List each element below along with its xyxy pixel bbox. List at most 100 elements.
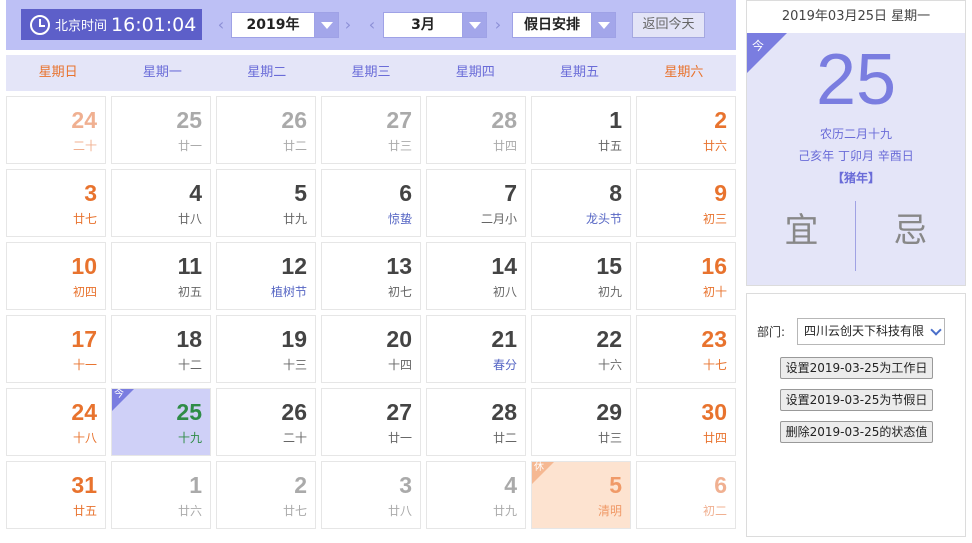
- day-cell[interactable]: 8 龙头节: [531, 169, 631, 237]
- lunar-date: 廿四: [702, 431, 727, 445]
- calendar-toolbar: 北京时间 16:01:04 ‹ 2019年 › ‹ 3月 › 假日安排 返回今天: [6, 0, 736, 50]
- chevron-left-icon: ‹: [217, 15, 225, 34]
- day-cell[interactable]: 21 春分: [426, 315, 526, 383]
- day-number: 3: [399, 472, 412, 498]
- day-number: 2: [714, 107, 727, 133]
- next-year-button[interactable]: ›: [341, 14, 355, 36]
- weekday-thu: 星期四: [455, 65, 495, 80]
- day-number: 6: [714, 472, 727, 498]
- day-cell[interactable]: 29 廿三: [531, 388, 631, 456]
- day-cell[interactable]: 1 廿五: [531, 96, 631, 164]
- lunar-date: 初五: [177, 285, 202, 299]
- solar-term-label: 龙头节: [585, 212, 622, 226]
- day-cell[interactable]: 27 廿一: [321, 388, 421, 456]
- chevron-down-icon[interactable]: [314, 13, 338, 37]
- today-tag: 今: [114, 389, 124, 400]
- lunar-date: 二月小: [480, 212, 517, 226]
- day-cell[interactable]: 4 廿八: [111, 169, 211, 237]
- day-cell-today[interactable]: 今 25 十九: [111, 388, 211, 456]
- day-cell[interactable]: 24 十八: [6, 388, 106, 456]
- lunar-date: 廿二: [492, 431, 517, 445]
- day-cell[interactable]: 13 初七: [321, 242, 421, 310]
- day-cell[interactable]: 28 廿二: [426, 388, 526, 456]
- day-cell[interactable]: 10 初四: [6, 242, 106, 310]
- day-cell[interactable]: 26 二十: [216, 388, 316, 456]
- day-number: 1: [189, 472, 202, 498]
- day-cell[interactable]: 22 十六: [531, 315, 631, 383]
- day-cell[interactable]: 6 初二: [636, 461, 736, 529]
- day-cell[interactable]: 17 十一: [6, 315, 106, 383]
- day-cell[interactable]: 4 廿九: [426, 461, 526, 529]
- delete-status-button[interactable]: 删除2019-03-25的状态值: [780, 421, 933, 443]
- next-month-button[interactable]: ›: [491, 14, 505, 36]
- day-cell[interactable]: 12 植树节: [216, 242, 316, 310]
- day-cell[interactable]: 7 二月小: [426, 169, 526, 237]
- day-number: 24: [71, 399, 97, 425]
- day-info-panel: 2019年03月25日 星期一 今 25 农历二月十九 己亥年 丁卯月 辛酉日 …: [746, 0, 966, 286]
- lunar-date: 清明: [597, 504, 622, 518]
- day-cell[interactable]: 1 廿六: [111, 461, 211, 529]
- holiday-select[interactable]: 假日安排: [512, 12, 616, 38]
- prev-year-button[interactable]: ‹: [214, 14, 228, 36]
- day-cell[interactable]: 16 初十: [636, 242, 736, 310]
- yi-label: 宜: [784, 211, 819, 251]
- month-value: 3月: [411, 17, 435, 33]
- set-workday-button[interactable]: 设置2019-03-25为工作日: [780, 357, 933, 379]
- weekday-sat: 星期六: [664, 65, 704, 80]
- lunar-date: 廿四: [492, 139, 517, 153]
- day-cell[interactable]: 2 廿六: [636, 96, 736, 164]
- day-cell[interactable]: 25 廿一: [111, 96, 211, 164]
- day-cell[interactable]: 9 初三: [636, 169, 736, 237]
- year-select[interactable]: 2019年: [231, 12, 339, 38]
- day-cell[interactable]: 3 廿八: [321, 461, 421, 529]
- lunar-date: 二十: [72, 139, 97, 153]
- day-number: 25: [176, 399, 202, 425]
- lunar-date: 廿一: [177, 139, 202, 153]
- weekday-fri: 星期五: [560, 65, 600, 80]
- day-number: 23: [701, 326, 727, 352]
- day-number: 26: [281, 399, 307, 425]
- lunar-date: 廿三: [597, 431, 622, 445]
- day-number: 20: [386, 326, 412, 352]
- day-cell[interactable]: 2 廿七: [216, 461, 316, 529]
- weekday-sun: 星期日: [38, 65, 78, 80]
- back-to-today-button[interactable]: 返回今天: [632, 12, 705, 38]
- day-cell[interactable]: 23 十七: [636, 315, 736, 383]
- chevron-down-icon[interactable]: [462, 13, 486, 37]
- solar-term-label: 植树节: [270, 285, 307, 299]
- day-cell[interactable]: 30 廿四: [636, 388, 736, 456]
- day-cell[interactable]: 11 初五: [111, 242, 211, 310]
- lunar-date: 廿五: [597, 139, 622, 153]
- day-cell[interactable]: 28 廿四: [426, 96, 526, 164]
- day-cell[interactable]: 14 初八: [426, 242, 526, 310]
- month-select[interactable]: 3月: [383, 12, 487, 38]
- lunar-date: 廿二: [282, 139, 307, 153]
- prev-month-button[interactable]: ‹: [365, 14, 379, 36]
- day-number: 28: [491, 399, 517, 425]
- lunar-date: 廿六: [177, 504, 202, 518]
- department-value: 四川云创天下科技有限: [804, 324, 925, 338]
- day-cell[interactable]: 31 廿五: [6, 461, 106, 529]
- day-cell[interactable]: 18 十二: [111, 315, 211, 383]
- day-number: 26: [281, 107, 307, 133]
- weekday-header: 星期日 星期一 星期二 星期三 星期四 星期五 星期六: [6, 55, 736, 91]
- chevron-down-icon[interactable]: [591, 13, 615, 37]
- day-cell[interactable]: 27 廿三: [321, 96, 421, 164]
- day-cell[interactable]: 15 初九: [531, 242, 631, 310]
- day-cell[interactable]: 休 5 清明: [531, 461, 631, 529]
- day-number: 21: [491, 326, 517, 352]
- day-cell[interactable]: 20 十四: [321, 315, 421, 383]
- lunar-date: 廿九: [492, 504, 517, 518]
- day-cell[interactable]: 5 廿九: [216, 169, 316, 237]
- clock-icon: [30, 14, 50, 35]
- day-cell[interactable]: 19 十三: [216, 315, 316, 383]
- day-cell[interactable]: 3 廿七: [6, 169, 106, 237]
- calendar-grid: 24 二十 25 廿一 26 廿二 27 廿三 28 廿四 1 廿五 2 廿六 3 廿七 4 廿八 5 廿九 6 惊蛰 7 二…: [6, 96, 741, 537]
- lunar-date: 廿六: [702, 139, 727, 153]
- department-select[interactable]: 四川云创天下科技有限: [797, 318, 945, 345]
- day-cell[interactable]: 6 惊蛰: [321, 169, 421, 237]
- day-cell[interactable]: 26 廿二: [216, 96, 316, 164]
- day-detail: 今 25 农历二月十九 己亥年 丁卯月 辛酉日 【猪年】 宜 忌: [747, 33, 965, 285]
- set-holiday-button[interactable]: 设置2019-03-25为节假日: [780, 389, 933, 411]
- day-cell[interactable]: 24 二十: [6, 96, 106, 164]
